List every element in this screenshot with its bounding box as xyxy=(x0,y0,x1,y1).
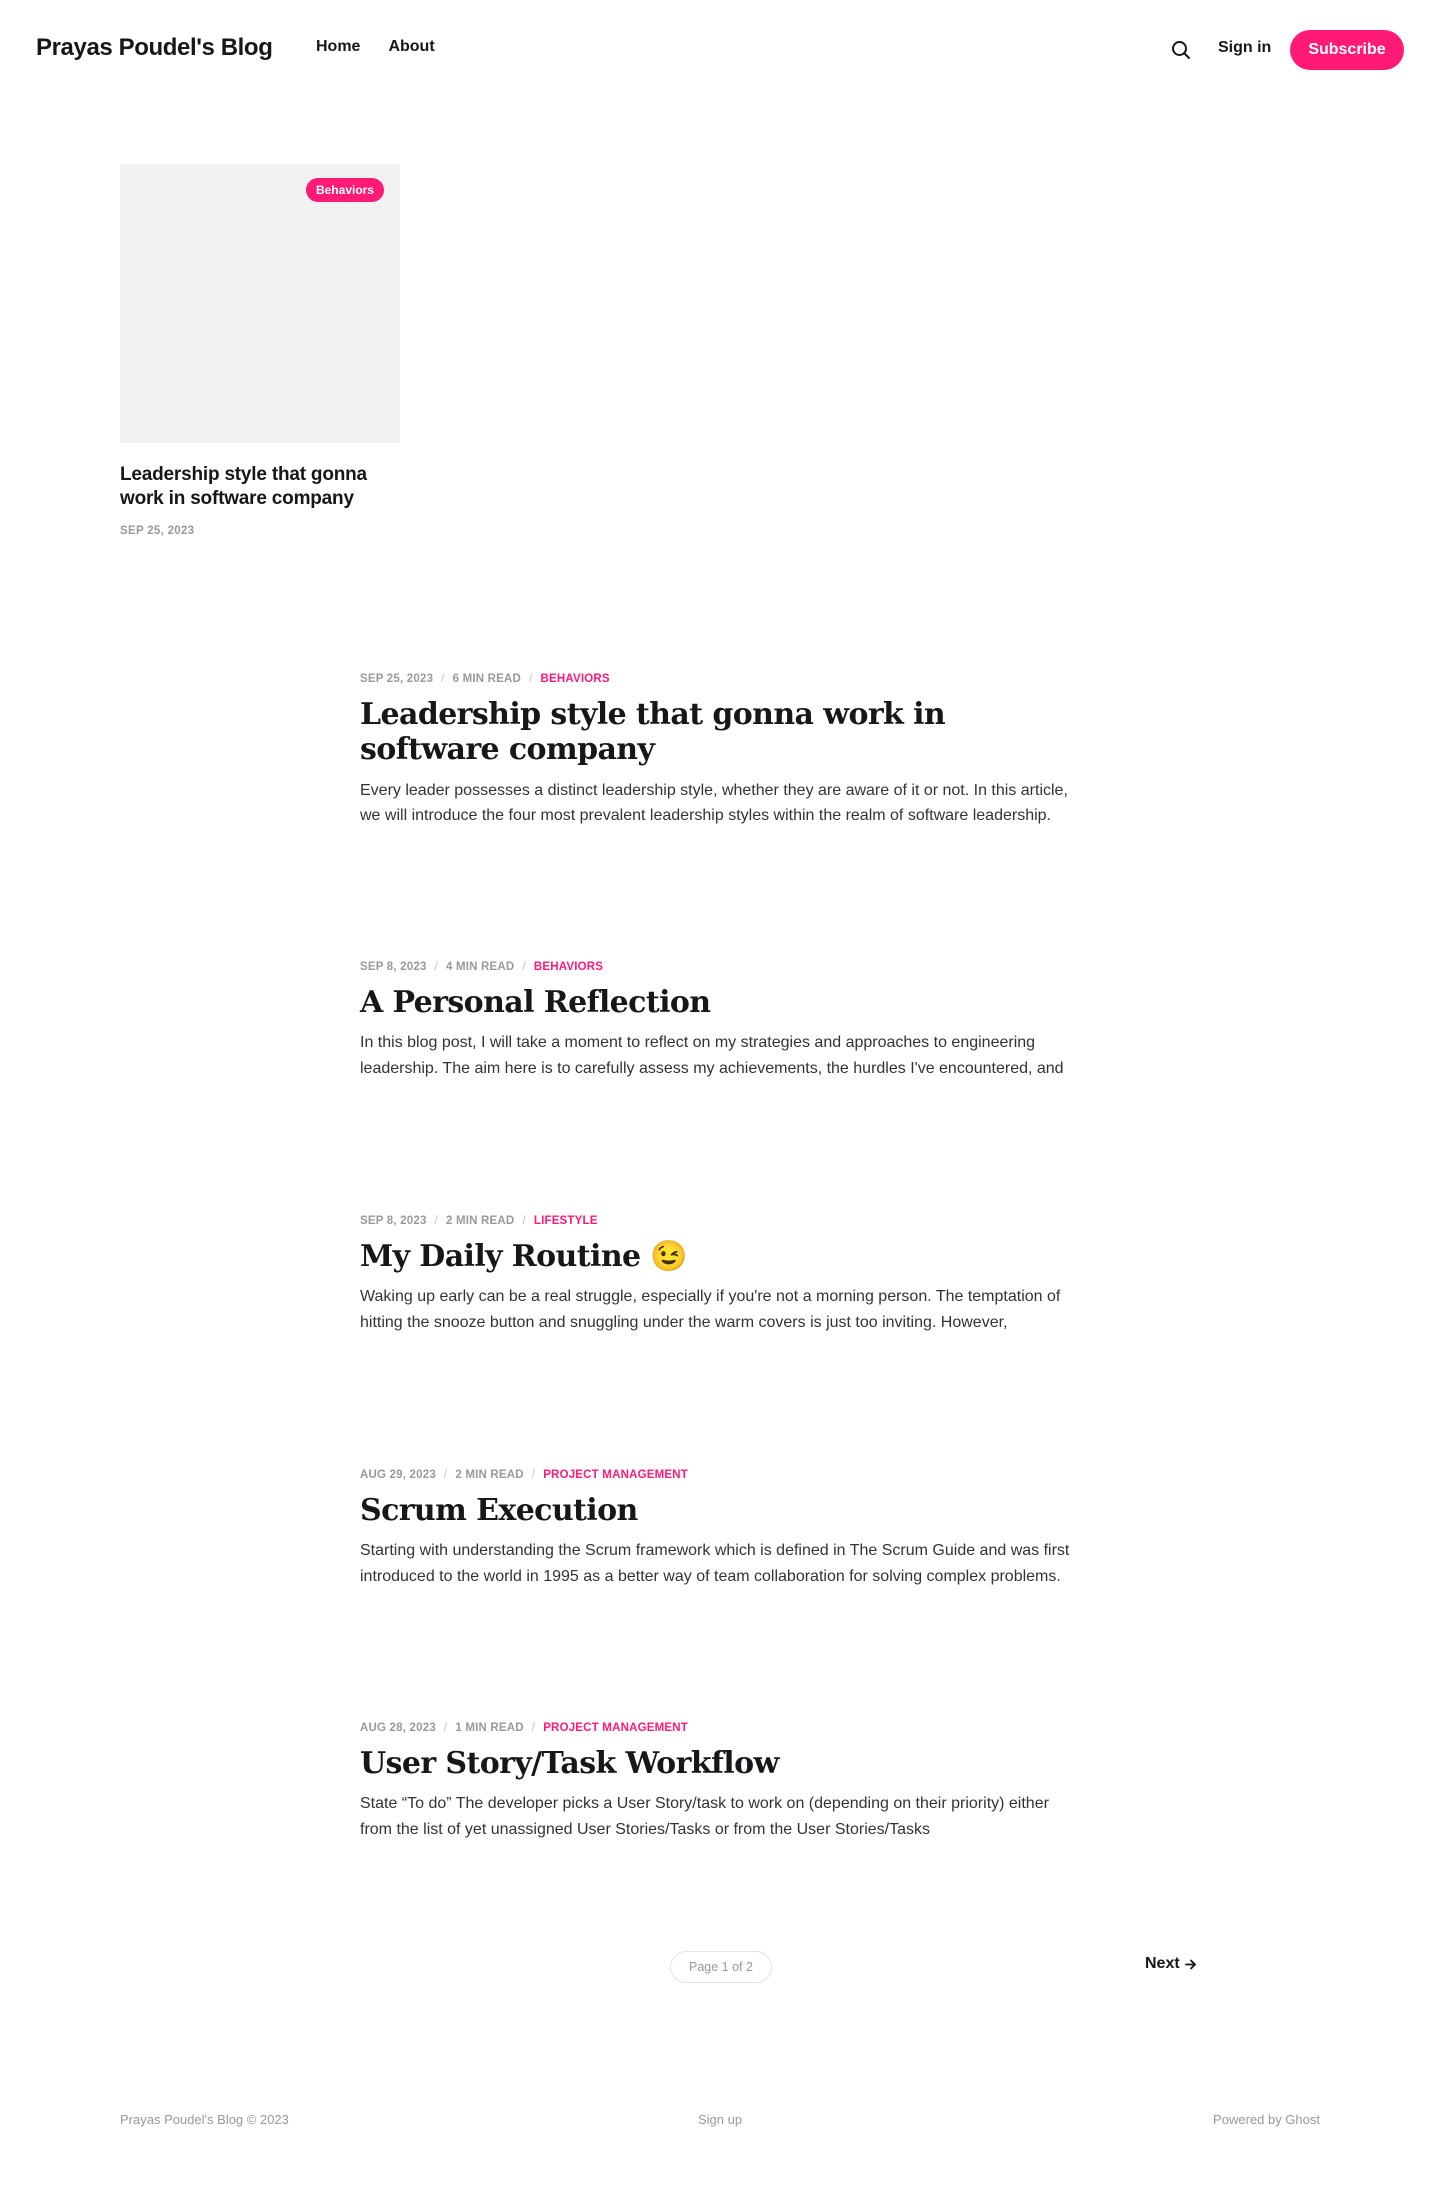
main-nav: Home About xyxy=(316,38,435,56)
post-tag[interactable]: LIFESTYLE xyxy=(534,1215,598,1227)
featured-post-title[interactable]: Leadership style that gonna work in soft… xyxy=(120,463,400,511)
post-date: AUG 29, 2023 xyxy=(360,1469,436,1481)
post-tag[interactable]: BEHAVIORS xyxy=(534,961,603,973)
post-tag[interactable]: PROJECT MANAGEMENT xyxy=(543,1469,688,1481)
post-meta: SEP 8, 2023 / 2 MIN READ / LIFESTYLE xyxy=(360,1215,1080,1227)
post-date: SEP 8, 2023 xyxy=(360,1215,427,1227)
site-title[interactable]: Prayas Poudel's Blog xyxy=(36,34,273,62)
meta-separator: / xyxy=(434,961,438,973)
arrow-right-icon xyxy=(1184,1959,1196,1969)
post-meta: SEP 25, 2023 / 6 MIN READ / BEHAVIORS xyxy=(360,673,1080,685)
signin-link[interactable]: Sign in xyxy=(1218,39,1271,57)
featured-post-date: SEP 25, 2023 xyxy=(120,525,195,538)
meta-separator: / xyxy=(443,1469,448,1481)
meta-separator: / xyxy=(529,673,533,685)
post-title[interactable]: Scrum Execution xyxy=(360,1493,1080,1528)
post-excerpt[interactable]: State “To do” The developer picks a User… xyxy=(360,1791,1080,1842)
post-read-time: 2 MIN READ xyxy=(455,1469,524,1481)
nav-about[interactable]: About xyxy=(388,38,434,56)
meta-separator: / xyxy=(531,1722,536,1734)
featured-post-tag[interactable]: Behaviors xyxy=(305,178,384,202)
footer-signup-link[interactable]: Sign up xyxy=(698,2112,742,2127)
featured-post-card[interactable]: Behaviors Leadership style that gonna wo… xyxy=(120,164,400,537)
featured-post-image[interactable]: Behaviors xyxy=(120,164,400,443)
footer-copyright: Prayas Poudel's Blog © 2023 xyxy=(120,2112,289,2127)
nav-home[interactable]: Home xyxy=(316,38,360,56)
post-excerpt[interactable]: Starting with understanding the Scrum fr… xyxy=(360,1538,1080,1589)
post-read-time: 1 MIN READ xyxy=(455,1722,524,1734)
meta-separator: / xyxy=(531,1469,536,1481)
next-page-link[interactable]: Next xyxy=(1145,1955,1197,1973)
post-meta: SEP 8, 2023 / 4 MIN READ / BEHAVIORS xyxy=(360,961,1080,973)
meta-separator: / xyxy=(443,1722,448,1734)
search-icon xyxy=(1172,41,1190,59)
next-page-label: Next xyxy=(1145,1955,1180,1972)
meta-separator: / xyxy=(434,1215,438,1227)
post-excerpt[interactable]: In this blog post, I will take a moment … xyxy=(360,1030,1080,1081)
post-meta: AUG 29, 2023 / 2 MIN READ / PROJECT MANA… xyxy=(360,1469,1080,1481)
post-item[interactable]: AUG 29, 2023 / 2 MIN READ / PROJECT MANA… xyxy=(360,1469,1080,1590)
post-meta: AUG 28, 2023 / 1 MIN READ / PROJECT MANA… xyxy=(360,1722,1080,1734)
post-excerpt[interactable]: Every leader possesses a distinct leader… xyxy=(360,778,1080,829)
post-read-time: 4 MIN READ xyxy=(445,961,515,973)
search-button[interactable] xyxy=(1169,38,1193,62)
post-tag[interactable]: BEHAVIORS xyxy=(540,673,609,685)
subscribe-button[interactable]: Subscribe xyxy=(1290,30,1404,70)
post-title[interactable]: My Daily Routine 😉 xyxy=(360,1239,1080,1274)
meta-separator: / xyxy=(522,1215,526,1227)
post-read-time: 6 MIN READ xyxy=(452,673,522,685)
post-excerpt[interactable]: Waking up early can be a real struggle, … xyxy=(360,1284,1080,1335)
post-item[interactable]: SEP 25, 2023 / 6 MIN READ / BEHAVIORS Le… xyxy=(360,673,1080,829)
post-title[interactable]: Leadership style that gonna work in soft… xyxy=(360,697,1080,768)
post-item[interactable]: AUG 28, 2023 / 1 MIN READ / PROJECT MANA… xyxy=(360,1722,1080,1843)
post-item[interactable]: SEP 8, 2023 / 2 MIN READ / LIFESTYLE My … xyxy=(360,1215,1080,1336)
post-title[interactable]: User Story/Task Workflow xyxy=(360,1746,1080,1781)
site-header: Prayas Poudel's Blog Home About Sign in … xyxy=(0,0,1440,100)
footer-powered-by-link[interactable]: Powered by Ghost xyxy=(1213,2112,1320,2127)
meta-separator: / xyxy=(522,961,526,973)
post-tag[interactable]: PROJECT MANAGEMENT xyxy=(543,1722,688,1734)
post-date: SEP 8, 2023 xyxy=(360,961,427,973)
meta-separator: / xyxy=(441,673,445,685)
post-item[interactable]: SEP 8, 2023 / 4 MIN READ / BEHAVIORS A P… xyxy=(360,961,1080,1082)
post-read-time: 2 MIN READ xyxy=(445,1215,515,1227)
post-date: SEP 25, 2023 xyxy=(360,673,434,685)
post-date: AUG 28, 2023 xyxy=(360,1722,436,1734)
page-indicator: Page 1 of 2 xyxy=(670,1951,772,1983)
post-title[interactable]: A Personal Reflection xyxy=(360,985,1080,1020)
